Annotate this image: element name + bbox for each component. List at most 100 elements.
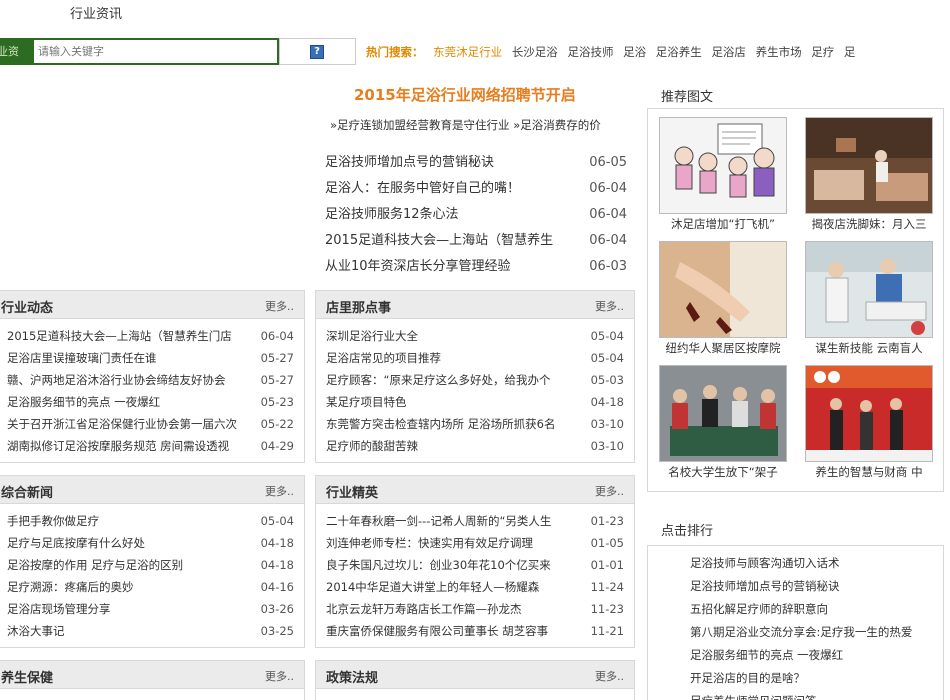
item-title[interactable]: 良子朱国凡过坎儿：创业30年花10个亿买来: [326, 554, 587, 576]
list-item[interactable]: 足疗与足底按摩有什么好处 04-18: [0, 532, 304, 554]
list-item[interactable]: 赣、沪两地足浴沐浴行业协会缔结友好协会 05-27: [0, 369, 304, 391]
headline-link[interactable]: 2015年足浴行业网络招聘节开启: [354, 84, 576, 105]
recommend-caption[interactable]: 纽约华人聚居区按摩院: [654, 338, 792, 358]
list-item[interactable]: 关于召开浙江省足浴保健行业协会第一届六次 05-22: [0, 413, 304, 435]
news-title[interactable]: 足浴技师增加点号的营销秘诀: [325, 150, 575, 176]
item-title[interactable]: 足浴按摩的作用 足疗与足浴的区别: [7, 554, 257, 576]
list-item[interactable]: 足疗溯源：疼痛后的奥妙 04-16: [0, 576, 304, 598]
list-item[interactable]: 从业10年资深店长分享管理经验 06-03: [325, 254, 627, 280]
more-link[interactable]: 更多..: [595, 298, 624, 314]
list-item[interactable]: 足浴技师增加点号的营销秘诀 06-05: [325, 150, 627, 176]
more-link[interactable]: 更多..: [595, 483, 624, 499]
list-item[interactable]: 足浴技师与顾客沟通切入话术: [690, 552, 943, 575]
recommend-caption[interactable]: 养生的智慧与财商 中: [800, 462, 938, 482]
hot-search-link[interactable]: 足浴技师: [567, 45, 613, 59]
list-item[interactable]: 足疗师的酸甜苦辣 03-10: [316, 435, 634, 457]
item-title[interactable]: 北京云龙轩万寿路店长工作篇—孙龙杰: [326, 598, 587, 620]
hot-search-link[interactable]: 长沙足浴: [512, 45, 558, 59]
item-title[interactable]: 足浴店里误撞玻璃门责任在谁: [7, 347, 257, 369]
list-item[interactable]: 足浴服务细节的亮点 一夜爆红: [690, 644, 943, 667]
recommend-image[interactable]: [659, 241, 787, 338]
recommend-caption[interactable]: 揭夜店洗脚妹：月入三: [800, 214, 938, 234]
list-item[interactable]: 2015足道科技大会—上海站（智慧养生 06-04: [325, 228, 627, 254]
list-item[interactable]: 北京云龙轩万寿路店长工作篇—孙龙杰 11-23: [316, 598, 634, 620]
item-title[interactable]: 赣、沪两地足浴沐浴行业协会缔结友好协会: [7, 369, 257, 391]
list-item[interactable]: 足浴人：在服务中管好自己的嘴！ 06-04: [325, 176, 627, 202]
news-title[interactable]: 足浴技师服务12条心法: [325, 202, 575, 228]
list-item[interactable]: 重庆富侨保健服务有限公司董事长 胡芝容事 11-21: [316, 620, 634, 642]
hot-search-link[interactable]: 足疗: [811, 45, 834, 59]
site-title[interactable]: 行业资讯: [70, 3, 122, 22]
list-item[interactable]: 足浴店常见的项目推荐 05-04: [316, 347, 634, 369]
list-item[interactable]: 湖南拟修订足浴按摩服务规范 房间需设透视 04-29: [0, 435, 304, 457]
list-item[interactable]: 足浴服务细节的亮点 一夜爆红 05-23: [0, 391, 304, 413]
list-item[interactable]: 二十年春秋磨一剑---记希人周新的“另类人生 01-23: [316, 510, 634, 532]
item-title[interactable]: 足疗与足底按摩有什么好处: [7, 532, 257, 554]
recommend-item[interactable]: 谋生新技能 云南盲人: [800, 241, 938, 358]
recommend-item[interactable]: 纽约华人聚居区按摩院: [654, 241, 792, 358]
sublink[interactable]: »足浴消费存的价: [513, 118, 601, 132]
item-title[interactable]: 足浴店现场管理分享: [7, 598, 257, 620]
recommend-caption[interactable]: 谋生新技能 云南盲人: [800, 338, 938, 358]
news-title[interactable]: 2015足道科技大会—上海站（智慧养生: [325, 228, 575, 254]
item-title[interactable]: 重庆富侨保健服务有限公司董事长 胡芝容事: [326, 620, 587, 642]
search-input[interactable]: [34, 38, 279, 65]
more-link[interactable]: 更多..: [595, 668, 624, 684]
list-item[interactable]: 足疗顾客：“原来足疗这么多好处，给我办个 05-03: [316, 369, 634, 391]
recommend-item[interactable]: 沐足店增加“打飞机”: [654, 117, 792, 234]
item-title[interactable]: 足疗师的酸甜苦辣: [326, 435, 587, 457]
item-title[interactable]: 2014中华足道大讲堂上的年轻人—杨耀森: [326, 576, 587, 598]
item-title[interactable]: 东莞警方突击检查辖内场所 足浴场所抓获6名: [326, 413, 587, 435]
recommend-image[interactable]: [805, 241, 933, 338]
recommend-image[interactable]: [659, 365, 787, 462]
item-title[interactable]: 湖南拟修订足浴按摩服务规范 房间需设透视: [7, 435, 257, 457]
item-title[interactable]: 关于召开浙江省足浴保健行业协会第一届六次: [7, 413, 257, 435]
list-item[interactable]: 良子朱国凡过坎儿：创业30年花10个亿买来 01-01: [316, 554, 634, 576]
list-item[interactable]: 足浴店现场管理分享 03-26: [0, 598, 304, 620]
list-item[interactable]: 足浴店里误撞玻璃门责任在谁 05-27: [0, 347, 304, 369]
item-title[interactable]: 沐浴大事记: [7, 620, 257, 642]
recommend-image[interactable]: [805, 365, 933, 462]
list-item[interactable]: 五招化解足疗师的辞职意向: [690, 598, 943, 621]
list-item[interactable]: 2015足道科技大会—上海站（智慧养生门店 06-04: [0, 325, 304, 347]
recommend-item[interactable]: 名校大学生放下“架子: [654, 365, 792, 482]
news-title[interactable]: 从业10年资深店长分享管理经验: [325, 254, 575, 280]
list-item[interactable]: 第八期足浴业交流分享会:足疗我一生的热爱: [690, 621, 943, 644]
news-title[interactable]: 足浴人：在服务中管好自己的嘴！: [325, 176, 575, 202]
list-item[interactable]: 足疗养生师常见问题问答: [690, 690, 943, 700]
more-link[interactable]: 更多..: [265, 668, 294, 684]
hot-search-link[interactable]: 足浴: [623, 45, 646, 59]
recommend-image[interactable]: [805, 117, 933, 214]
more-link[interactable]: 更多..: [265, 298, 294, 314]
list-item[interactable]: 东莞警方突击检查辖内场所 足浴场所抓获6名 03-10: [316, 413, 634, 435]
hot-search-link[interactable]: 足浴店: [711, 45, 746, 59]
hot-search-link[interactable]: 足: [844, 45, 856, 59]
list-item[interactable]: 开足浴店的目的是啥？: [690, 667, 943, 690]
list-item[interactable]: 2014中华足道大讲堂上的年轻人—杨耀森 11-24: [316, 576, 634, 598]
recommend-caption[interactable]: 名校大学生放下“架子: [654, 462, 792, 482]
more-link[interactable]: 更多..: [265, 483, 294, 499]
recommend-item[interactable]: 揭夜店洗脚妹：月入三: [800, 117, 938, 234]
item-title[interactable]: 2015足道科技大会—上海站（智慧养生门店: [7, 325, 257, 347]
search-button[interactable]: ?: [279, 38, 356, 65]
item-title[interactable]: 刘连伸老师专栏：快速实用有效足疗调理: [326, 532, 587, 554]
list-item[interactable]: 某足疗项目特色 04-18: [316, 391, 634, 413]
item-title[interactable]: 足疗溯源：疼痛后的奥妙: [7, 576, 257, 598]
list-item[interactable]: 足浴按摩的作用 足疗与足浴的区别 04-18: [0, 554, 304, 576]
recommend-item[interactable]: 养生的智慧与财商 中: [800, 365, 938, 482]
item-title[interactable]: 二十年春秋磨一剑---记希人周新的“另类人生: [326, 510, 587, 532]
item-title[interactable]: 手把手教你做足疗: [7, 510, 257, 532]
item-title[interactable]: 足浴服务细节的亮点 一夜爆红: [7, 391, 257, 413]
list-item[interactable]: 沐浴大事记 03-25: [0, 620, 304, 642]
list-item[interactable]: 足浴技师增加点号的营销秘诀: [690, 575, 943, 598]
hot-search-link[interactable]: 东莞沐足行业: [433, 45, 502, 59]
hot-search-link[interactable]: 养生市场: [756, 45, 802, 59]
sublink[interactable]: »足疗连锁加盟经营教育是守住行业: [330, 118, 510, 132]
recommend-image[interactable]: [659, 117, 787, 214]
hot-search-link[interactable]: 足浴养生: [656, 45, 702, 59]
item-title[interactable]: 某足疗项目特色: [326, 391, 587, 413]
list-item[interactable]: 深圳足浴行业大全 05-04: [316, 325, 634, 347]
search-category[interactable]: 业资: [0, 38, 34, 65]
item-title[interactable]: 足浴店常见的项目推荐: [326, 347, 587, 369]
list-item[interactable]: 刘连伸老师专栏：快速实用有效足疗调理 01-05: [316, 532, 634, 554]
